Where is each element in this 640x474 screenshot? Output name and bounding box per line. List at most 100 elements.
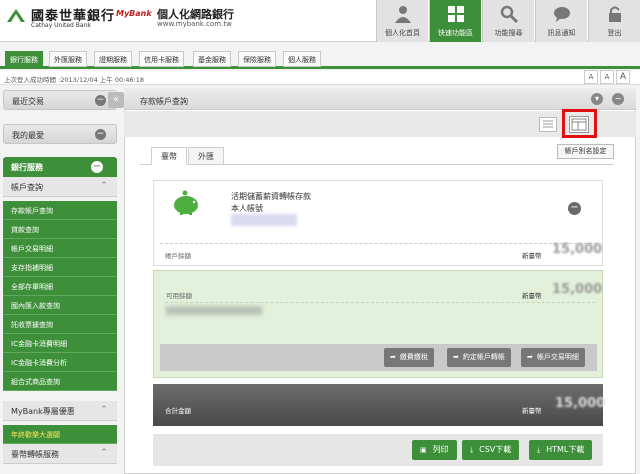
main-panel-header — [124, 88, 636, 110]
designated-transfer-button[interactable]: ➦ 約定帳戶轉帳 — [447, 348, 511, 367]
account-transaction-details-button[interactable]: ➦ 帳戶交易明細 — [521, 348, 585, 367]
redacted-text — [166, 306, 262, 315]
sidebar-item-checking-details[interactable]: 支存指補明細 — [3, 258, 117, 277]
collapse-account-icon[interactable]: − — [568, 202, 581, 215]
sidebar-item-label: 貸款查詢 — [11, 226, 39, 234]
sidebar-item-loan-inquiry[interactable]: 貸款查詢 — [3, 220, 117, 239]
sidebar-section-label: 我的最愛 — [12, 131, 44, 140]
tab-personal-services[interactable]: 個人服務 — [283, 51, 321, 67]
divider — [165, 302, 595, 303]
chevron-up-icon: ^ — [101, 405, 107, 413]
tab-twd[interactable]: 臺幣 — [151, 147, 187, 165]
nav-logout[interactable]: 登出 — [588, 0, 640, 42]
collapse-sidebar-button[interactable]: « — [108, 92, 124, 108]
download-icon: ⤓ — [537, 446, 541, 454]
tab-bank-services[interactable]: 銀行服務 — [5, 51, 43, 67]
sidebar-item-label: IC金融卡消費明細 — [11, 340, 67, 348]
sidebar-group-mybank-offers[interactable]: MyBank專屬優惠 ^ — [3, 401, 117, 421]
sidebar-item-combined-products[interactable]: 組合式商品查詢 — [3, 372, 117, 391]
sidebar-item-ic-card-analysis[interactable]: IC金融卡消費分析 — [3, 353, 117, 372]
list-view-icon — [543, 120, 553, 128]
sidebar-item-domestic-remittance[interactable]: 國內匯入款查詢 — [3, 296, 117, 315]
sidebar-item-deposit-inquiry[interactable]: 存款帳戶查詢 — [3, 201, 117, 220]
minimize-panel-icon[interactable]: − — [612, 93, 624, 105]
highlight-box — [562, 109, 597, 138]
bank-english-name: Cathay United Bank — [31, 22, 91, 29]
message-icon — [554, 7, 570, 22]
sidebar-item-collection-bills[interactable]: 託收票據查詢 — [3, 315, 117, 334]
button-label: 帳戶交易明細 — [536, 353, 579, 361]
nav-label: 登出 — [607, 29, 622, 37]
minus-icon[interactable]: − — [91, 161, 103, 173]
button-label: 繳費繳稅 — [399, 353, 428, 361]
tab-forex[interactable]: 外匯 — [188, 147, 224, 165]
nav-messages[interactable]: 訊息通知 — [535, 0, 587, 42]
tab-insurance-services[interactable]: 保險服務 — [238, 51, 276, 67]
arrow-icon: ➦ — [390, 353, 396, 361]
sidebar-item-label: 託收票據查詢 — [11, 321, 53, 329]
printer-icon: ▣ — [420, 446, 427, 454]
page-title: 存款帳戶查詢 — [140, 97, 188, 106]
sidebar-group-account-inquiry[interactable]: 帳戶查詢 ^ — [3, 177, 117, 197]
mybank-logo: MyBank — [116, 9, 152, 18]
sidebar-recent-transactions[interactable]: 最近交易 − — [3, 90, 117, 110]
total-value: 15,000 — [555, 396, 606, 411]
button-label: CSV下載 — [479, 445, 512, 454]
collapse-panel-icon[interactable]: ▾ — [591, 93, 603, 105]
button-label: 列印 — [432, 445, 449, 454]
button-label: HTML下載 — [546, 445, 585, 454]
balance-value: 15,000 — [552, 242, 603, 257]
sidebar-bank-services[interactable]: 銀行服務 − — [3, 157, 117, 177]
search-icon — [500, 5, 518, 23]
nav-label: 功能搜尋 — [494, 29, 523, 37]
sidebar-item-year-end-offer[interactable]: 年終歡樂大選願 — [3, 425, 117, 444]
nav-quick-menu[interactable]: 快速功能區 — [429, 0, 481, 42]
quick-menu-icon — [448, 6, 464, 22]
cathay-logo-icon — [7, 9, 25, 22]
sidebar-group-transfer-services[interactable]: 臺幣轉帳服務 ^ — [3, 444, 117, 464]
sidebar-item-label: IC金融卡消費分析 — [11, 359, 67, 367]
account-number-redacted — [231, 214, 297, 226]
nav-personal-home[interactable]: 個人化首頁 — [376, 0, 428, 42]
minus-icon[interactable]: − — [95, 129, 106, 140]
tab-fund-services[interactable]: 基金服務 — [193, 51, 231, 67]
nav-function-search[interactable]: 功能搜尋 — [482, 0, 534, 42]
last-login-time: 上次登入成功時間 :2013/12/04 上午 00:46:18 — [4, 76, 145, 84]
available-balance-label: 可用餘額 — [166, 292, 192, 300]
font-size-small-button[interactable]: A — [584, 70, 598, 84]
arrow-icon: ➦ — [527, 353, 533, 361]
csv-download-button[interactable]: ⤓ CSV下載 — [462, 440, 520, 460]
account-alias-settings-button[interactable]: 帳戶別名設定 — [557, 144, 614, 159]
chevron-up-icon: ^ — [101, 181, 107, 189]
sidebar-item-transaction-details[interactable]: 帳戶交易明細 — [3, 239, 117, 258]
person-icon — [395, 6, 411, 23]
tab-credit-card-services[interactable]: 信用卡服務 — [139, 51, 184, 67]
list-view-button[interactable] — [539, 117, 557, 132]
html-download-button[interactable]: ⤓ HTML下載 — [529, 440, 593, 460]
divider — [160, 243, 597, 244]
available-balance-value: 15,000 — [552, 282, 603, 297]
tab-forex-services[interactable]: 外匯服務 — [49, 51, 87, 67]
total-label: 合計金額 — [165, 407, 191, 415]
minus-icon[interactable]: − — [95, 95, 106, 106]
nav-label: 個人化首頁 — [385, 29, 420, 37]
available-currency: 新臺幣 — [522, 292, 542, 300]
tab-securities-services[interactable]: 證期服務 — [94, 51, 132, 67]
print-button[interactable]: ▣ 列印 — [412, 440, 457, 460]
sidebar-item-label: 組合式商品查詢 — [11, 378, 60, 386]
font-size-large-button[interactable]: A — [616, 70, 630, 84]
sidebar-item-label: 全部存單明細 — [11, 283, 53, 291]
sidebar-item-all-deposits[interactable]: 全部存單明細 — [3, 277, 117, 296]
sidebar-favorites[interactable]: 我的最愛 − — [3, 124, 117, 144]
account-name: 活期儲蓄薪資轉帳存款 — [231, 192, 311, 201]
pay-bills-taxes-button[interactable]: ➦ 繳費繳稅 — [384, 348, 434, 367]
font-size-medium-button[interactable]: A — [600, 70, 614, 84]
button-label: 約定帳戶轉帳 — [462, 353, 505, 361]
nav-label: 訊息通知 — [547, 29, 576, 37]
portal-url: www.mybank.com.tw — [157, 20, 232, 28]
sidebar-item-label: 帳戶交易明細 — [11, 245, 53, 253]
lock-icon — [609, 6, 621, 22]
sidebar-item-ic-card-details[interactable]: IC金融卡消費明細 — [3, 334, 117, 353]
sidebar-item-label: 年終歡樂大選願 — [11, 431, 60, 439]
sidebar-item-label: 存款帳戶查詢 — [11, 207, 53, 215]
